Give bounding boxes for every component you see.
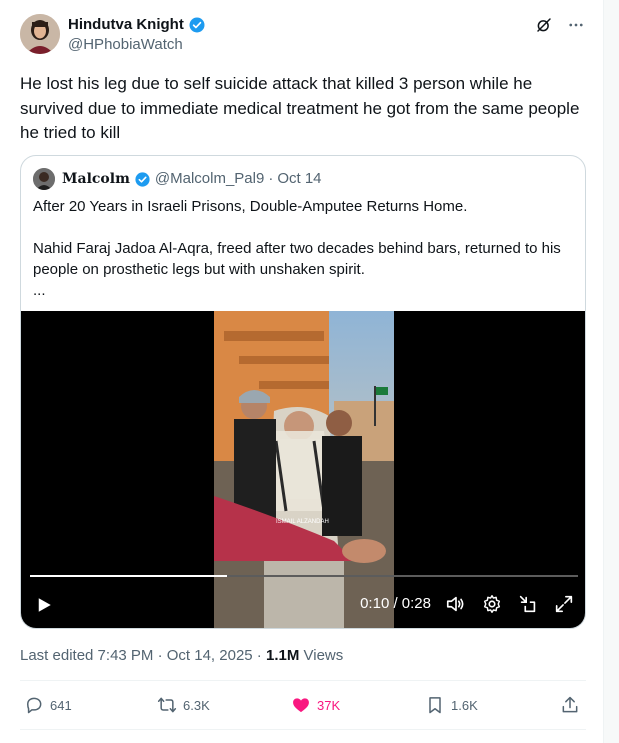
scrollbar[interactable]	[604, 0, 619, 743]
quote-text: After 20 Years in Israeli Prisons, Doubl…	[33, 196, 573, 322]
like-button[interactable]: 37K	[291, 690, 340, 720]
video-watermark: ISMAIL ALZANDAH	[276, 519, 329, 525]
verified-badge-icon	[135, 171, 150, 187]
quote-author-handle[interactable]: @Malcolm_Pal9	[155, 169, 264, 189]
repost-button[interactable]: 6.3K	[157, 690, 210, 720]
video-progress-bar[interactable]	[30, 575, 578, 577]
video-progress-fill	[30, 575, 228, 577]
quote-ellipsis: ...	[33, 282, 46, 299]
video-player[interactable]: ISMAIL ALZANDAH 0:10 / 0:28	[21, 311, 585, 628]
author-block: Hindutva Knight @HPhobiaWatch	[68, 15, 206, 55]
reply-icon	[27, 697, 42, 714]
tweet-detail: Hindutva Knight @HPhobiaWatch He lost hi…	[0, 0, 604, 743]
settings-icon[interactable]	[481, 593, 503, 615]
quote-paragraph: After 20 Years in Israeli Prisons, Doubl…	[33, 198, 468, 215]
bookmark-icon	[429, 697, 441, 714]
edited-timestamp[interactable]: Last edited 7:43 PM · Oct 14, 2025 ·	[20, 647, 266, 664]
quote-header: Malcolm @Malcolm_Pal9 · Oct 14	[62, 169, 322, 189]
share-button[interactable]	[560, 690, 580, 720]
author-name[interactable]: Hindutva Knight	[68, 15, 184, 35]
expand-icon[interactable]	[553, 593, 575, 615]
action-bar: 641 6.3K 37K 1.6K	[20, 690, 586, 720]
quote-author-name[interactable]: Malcolm	[62, 169, 130, 189]
bookmark-count: 1.6K	[451, 697, 478, 713]
author-handle[interactable]: @HPhobiaWatch	[68, 35, 206, 55]
heart-icon	[293, 698, 309, 713]
quote-date[interactable]: Oct 14	[277, 169, 321, 189]
quoted-tweet[interactable]: Malcolm @Malcolm_Pal9 · Oct 14 After 20 …	[20, 155, 586, 629]
video-timecode: 0:10 / 0:28	[360, 595, 431, 612]
quote-author-avatar[interactable]	[33, 168, 55, 190]
grok-icon[interactable]	[535, 16, 553, 34]
verified-badge-icon	[189, 17, 205, 33]
bookmark-button[interactable]: 1.6K	[425, 690, 478, 720]
more-icon[interactable]	[567, 16, 585, 34]
tweet-meta: Last edited 7:43 PM · Oct 14, 2025 · 1.1…	[20, 646, 343, 666]
views-label: Views	[299, 647, 344, 664]
fullscreen-exit-icon[interactable]	[517, 593, 539, 615]
repost-count: 6.3K	[183, 697, 210, 713]
volume-icon[interactable]	[445, 593, 467, 615]
tweet-top-actions	[535, 16, 585, 34]
quote-paragraph: Nahid Faraj Jadoa Al-Aqra, freed after t…	[33, 240, 561, 278]
quote-separator: ·	[268, 170, 274, 187]
reply-button[interactable]: 641	[24, 690, 72, 720]
divider	[20, 680, 586, 681]
reply-count: 641	[50, 697, 72, 713]
divider	[20, 729, 586, 730]
author-avatar[interactable]	[20, 14, 60, 54]
tweet-text: He lost his leg due to self suicide atta…	[20, 74, 580, 142]
video-controls: 0:10 / 0:28	[360, 593, 575, 615]
repost-icon	[157, 697, 177, 713]
play-icon[interactable]	[35, 596, 53, 614]
like-count: 37K	[317, 697, 341, 713]
views-count: 1.1M	[265, 647, 300, 664]
video-frame[interactable]: ISMAIL ALZANDAH	[214, 311, 394, 628]
share-icon	[562, 696, 578, 713]
